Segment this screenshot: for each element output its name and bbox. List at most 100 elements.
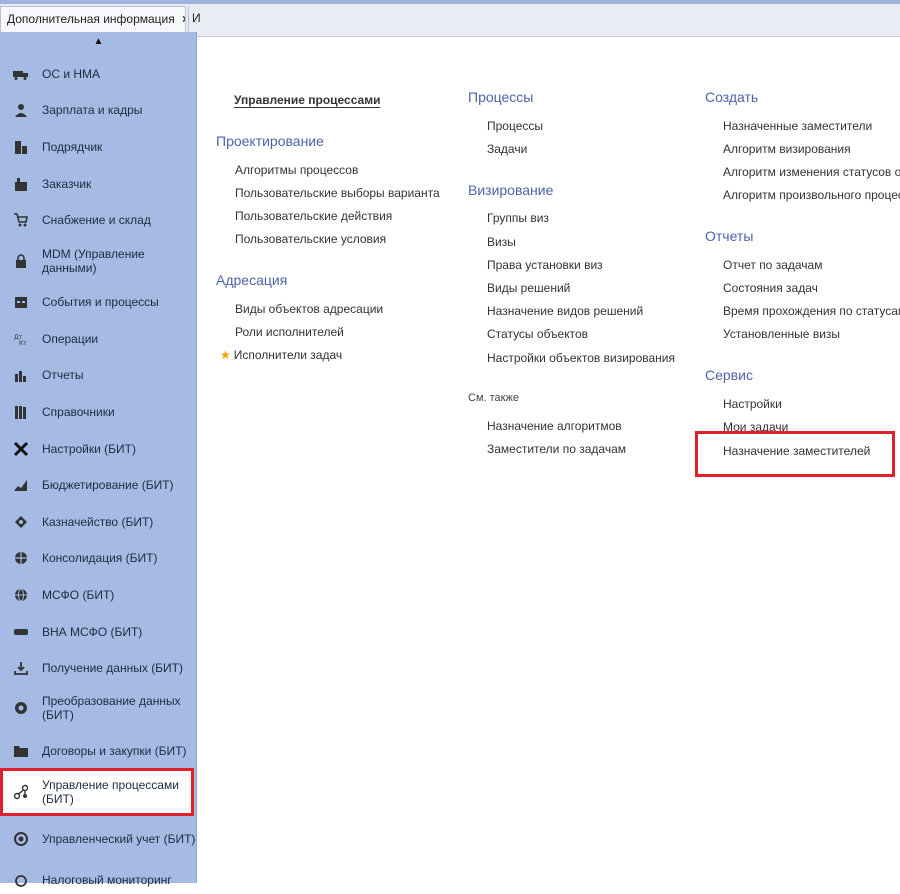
sidebar-item-contracts[interactable]: Договоры и закупки (БИТ) bbox=[0, 739, 196, 763]
top-accent-line bbox=[0, 0, 900, 4]
link-create-assigned-deputies[interactable]: Назначенные заместители bbox=[723, 119, 872, 133]
sidebar-item-catalogs[interactable]: Справочники bbox=[0, 400, 196, 424]
link-visa-rights[interactable]: Права установки виз bbox=[487, 258, 603, 272]
tools-icon bbox=[12, 440, 30, 458]
sidebar-item-label: Зарплата и кадры bbox=[42, 103, 143, 117]
sidebar-item-budgeting[interactable]: Бюджетирование (БИТ) bbox=[0, 473, 196, 497]
sidebar-item-customer[interactable]: Заказчик bbox=[0, 172, 196, 196]
link-create-visa-algorithm[interactable]: Алгоритм визирования bbox=[723, 142, 851, 156]
highlight-box bbox=[695, 431, 895, 477]
link-user-choices[interactable]: Пользовательские выборы варианта bbox=[235, 186, 440, 200]
sidebar-item-label: Казначейство (БИТ) bbox=[42, 515, 154, 529]
link-settings[interactable]: Настройки bbox=[723, 397, 782, 411]
sidebar-item-label: Заказчик bbox=[42, 177, 92, 191]
link-report-status-time[interactable]: Время прохождения по статусам bbox=[723, 304, 900, 318]
factory-icon bbox=[12, 175, 30, 193]
link-decision-type-assignment[interactable]: Назначение видов решений bbox=[487, 304, 643, 318]
link-algorithm-assignment[interactable]: Назначение алгоритмов bbox=[487, 419, 622, 433]
link-visas[interactable]: Визы bbox=[487, 235, 516, 249]
link-create-arbitrary-process-algorithm[interactable]: Алгоритм произвольного процесс bbox=[723, 188, 900, 202]
sidebar-item-label: МСФО (БИТ) bbox=[42, 588, 115, 602]
sidebar-item-os-nma[interactable]: ОС и НМА bbox=[0, 62, 196, 86]
tab-additional-info[interactable]: Дополнительная информация × bbox=[0, 6, 186, 32]
sidebar-item-label: Получение данных (БИТ) bbox=[42, 661, 184, 675]
link-processes[interactable]: Процессы bbox=[487, 119, 543, 133]
sidebar-item-reports[interactable]: Отчеты bbox=[0, 363, 196, 387]
link-user-conditions[interactable]: Пользовательские условия bbox=[235, 232, 386, 246]
link-visa-object-settings[interactable]: Настройки объектов визирования bbox=[487, 351, 675, 365]
building-icon bbox=[12, 138, 30, 156]
section-header-processes: Процессы bbox=[468, 89, 534, 105]
link-task-deputies[interactable]: Заместители по задачам bbox=[487, 442, 626, 456]
sidebar-item-ifrs[interactable]: МСФО (БИТ) bbox=[0, 583, 196, 607]
sidebar-item-data-transform[interactable]: Преобразование данных (БИТ) bbox=[0, 691, 196, 725]
treasury-icon bbox=[12, 513, 30, 531]
sidebar-item-label: Управление процессами (БИТ) bbox=[42, 778, 179, 806]
section-header-service: Сервис bbox=[705, 367, 753, 383]
sidebar-item-tax-monitoring[interactable]: Налоговый мониторинг bbox=[0, 866, 196, 894]
sidebar-item-treasury[interactable]: Казначейство (БИТ) bbox=[0, 510, 196, 534]
sidebar-item-label: Настройки (БИТ) bbox=[42, 442, 136, 456]
section-header-visa: Визирование bbox=[468, 182, 554, 198]
consolidation-icon bbox=[12, 549, 30, 567]
person-icon bbox=[12, 101, 30, 119]
sidebar-item-label: Отчеты bbox=[42, 368, 84, 382]
sidebar-item-process-management[interactable]: Управление процессами (БИТ) bbox=[0, 768, 194, 816]
close-icon[interactable]: × bbox=[182, 12, 185, 26]
link-process-algorithms[interactable]: Алгоритмы процессов bbox=[235, 163, 358, 177]
process-nodes-icon bbox=[12, 783, 30, 801]
sidebar-item-label: Бюджетирование (БИТ) bbox=[42, 478, 174, 492]
link-report-installed-visas[interactable]: Установленные визы bbox=[723, 327, 840, 341]
transform-icon bbox=[12, 699, 30, 717]
truck-icon bbox=[12, 65, 30, 83]
sidebar-item-consolidation[interactable]: Консолидация (БИТ) bbox=[0, 546, 196, 570]
sidebar-item-label: ВНА МСФО (БИТ) bbox=[42, 625, 143, 639]
sidebar-item-label: Преобразование данных (БИТ) bbox=[42, 694, 181, 722]
link-tasks[interactable]: Задачи bbox=[487, 142, 527, 156]
link-task-performers[interactable]: ★ Исполнители задач bbox=[220, 348, 342, 362]
tab-next[interactable]: И bbox=[188, 6, 202, 32]
scroll-up-arrow-icon[interactable]: ▲ bbox=[0, 32, 197, 52]
link-decision-types[interactable]: Виды решений bbox=[487, 281, 570, 295]
sidebar-item-label: Налоговый мониторинг bbox=[42, 873, 172, 887]
current-section-title: Управление процессами bbox=[234, 93, 381, 108]
see-also-label: См. также bbox=[468, 392, 519, 404]
sidebar-item-supply[interactable]: Снабжение и склад bbox=[0, 208, 196, 232]
folder-icon bbox=[12, 742, 30, 760]
cart-icon bbox=[12, 211, 30, 229]
sidebar-item-salary[interactable]: Зарплата и кадры bbox=[0, 98, 196, 122]
sidebar-item-data-import[interactable]: Получение данных (БИТ) bbox=[0, 656, 196, 680]
link-create-status-change-algorithm[interactable]: Алгоритм изменения статусов об bbox=[723, 165, 900, 179]
download-icon bbox=[12, 659, 30, 677]
sidebar-item-label: Управленческий учет (БИТ) bbox=[42, 832, 196, 846]
link-visa-groups[interactable]: Группы виз bbox=[487, 211, 549, 225]
sidebar-item-mdm[interactable]: MDM (Управление данными) bbox=[0, 245, 196, 277]
sidebar-item-events[interactable]: События и процессы bbox=[0, 290, 196, 314]
link-report-task-states[interactable]: Состояния задач bbox=[723, 281, 818, 295]
section-header-addressing: Адресация bbox=[216, 272, 288, 288]
section-header-reports: Отчеты bbox=[705, 228, 754, 244]
svg-text:Кт: Кт bbox=[19, 340, 27, 346]
sidebar-item-operations[interactable]: Дт Кт Операции bbox=[0, 327, 196, 351]
target-icon bbox=[12, 830, 30, 848]
link-performer-roles[interactable]: Роли исполнителей bbox=[235, 325, 344, 339]
lock-icon bbox=[12, 252, 30, 270]
sidebar-item-settings-bit[interactable]: Настройки (БИТ) bbox=[0, 437, 196, 461]
sidebar-item-vna-ifrs[interactable]: ВНА МСФО (БИТ) bbox=[0, 620, 196, 644]
vehicle-icon bbox=[12, 623, 30, 641]
sidebar-item-label: MDM (Управление данными) bbox=[42, 247, 145, 275]
sidebar-item-label: Консолидация (БИТ) bbox=[42, 551, 158, 565]
budget-chart-icon bbox=[12, 476, 30, 494]
tab-label: Дополнительная информация bbox=[7, 12, 175, 26]
section-header-design: Проектирование bbox=[216, 133, 324, 149]
sidebar-item-contractor[interactable]: Подрядчик bbox=[0, 135, 196, 159]
sidebar-item-label: Подрядчик bbox=[42, 140, 103, 154]
link-user-actions[interactable]: Пользовательские действия bbox=[235, 209, 392, 223]
books-icon bbox=[12, 403, 30, 421]
link-task-performers-label: Исполнители задач bbox=[233, 348, 343, 362]
link-report-tasks[interactable]: Отчет по задачам bbox=[723, 258, 822, 272]
sidebar-item-management-accounting[interactable]: Управленческий учет (БИТ) bbox=[0, 822, 196, 856]
link-addressing-object-types[interactable]: Виды объектов адресации bbox=[235, 302, 383, 316]
sidebar-item-label: Снабжение и склад bbox=[42, 213, 151, 227]
link-object-statuses[interactable]: Статусы объектов bbox=[487, 327, 588, 341]
